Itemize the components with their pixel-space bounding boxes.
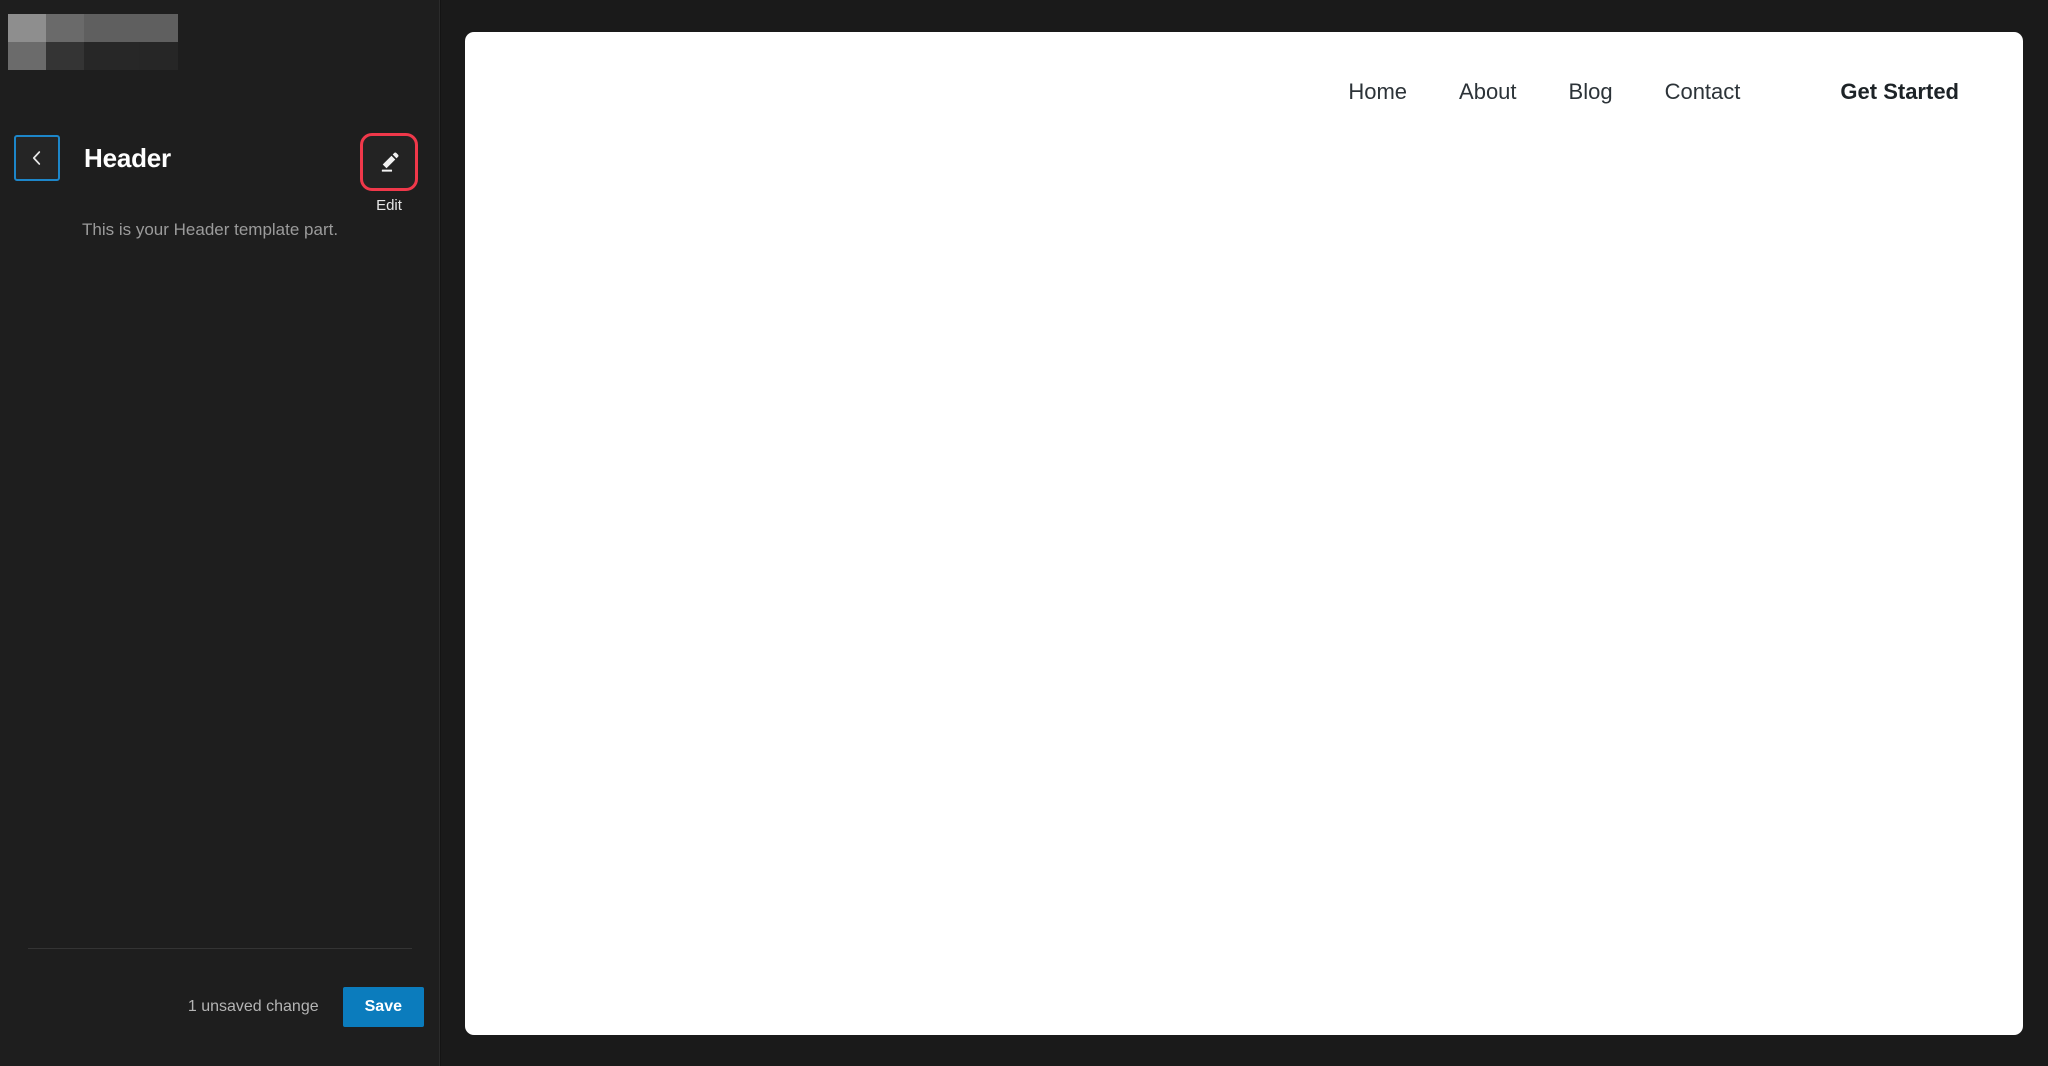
- site-preview-frame[interactable]: Home About Blog Contact Get Started: [465, 32, 2023, 1035]
- editor-canvas-area: Home About Blog Contact Get Started: [441, 0, 2048, 1066]
- sidebar-divider: [28, 948, 412, 949]
- chevron-left-icon: [26, 147, 48, 169]
- edit-button-label: Edit: [358, 197, 420, 215]
- nav-link-contact[interactable]: Contact: [1665, 78, 1741, 106]
- site-editor-window: Header Edit This is your Header template…: [0, 0, 2048, 1066]
- save-bar: 1 unsaved change Save: [0, 980, 440, 1034]
- edit-button[interactable]: [360, 133, 418, 191]
- edit-action: Edit: [358, 133, 420, 215]
- redacted-site-logo: [8, 14, 178, 70]
- site-header-template-part[interactable]: Home About Blog Contact Get Started: [465, 32, 2023, 152]
- back-button[interactable]: [14, 135, 60, 181]
- nav-cta-get-started[interactable]: Get Started: [1840, 78, 1959, 106]
- unsaved-changes-label: 1 unsaved change: [188, 998, 319, 1016]
- pencil-icon: [376, 149, 402, 175]
- page-title: Header: [84, 135, 171, 181]
- save-button[interactable]: Save: [343, 987, 424, 1027]
- site-navigation[interactable]: Home About Blog Contact Get Started: [1296, 78, 1959, 106]
- template-part-description: This is your Header template part.: [82, 218, 422, 242]
- editor-sidebar: Header Edit This is your Header template…: [0, 0, 440, 1066]
- nav-link-blog[interactable]: Blog: [1569, 78, 1613, 106]
- nav-link-home[interactable]: Home: [1348, 78, 1407, 106]
- nav-link-about[interactable]: About: [1459, 78, 1517, 106]
